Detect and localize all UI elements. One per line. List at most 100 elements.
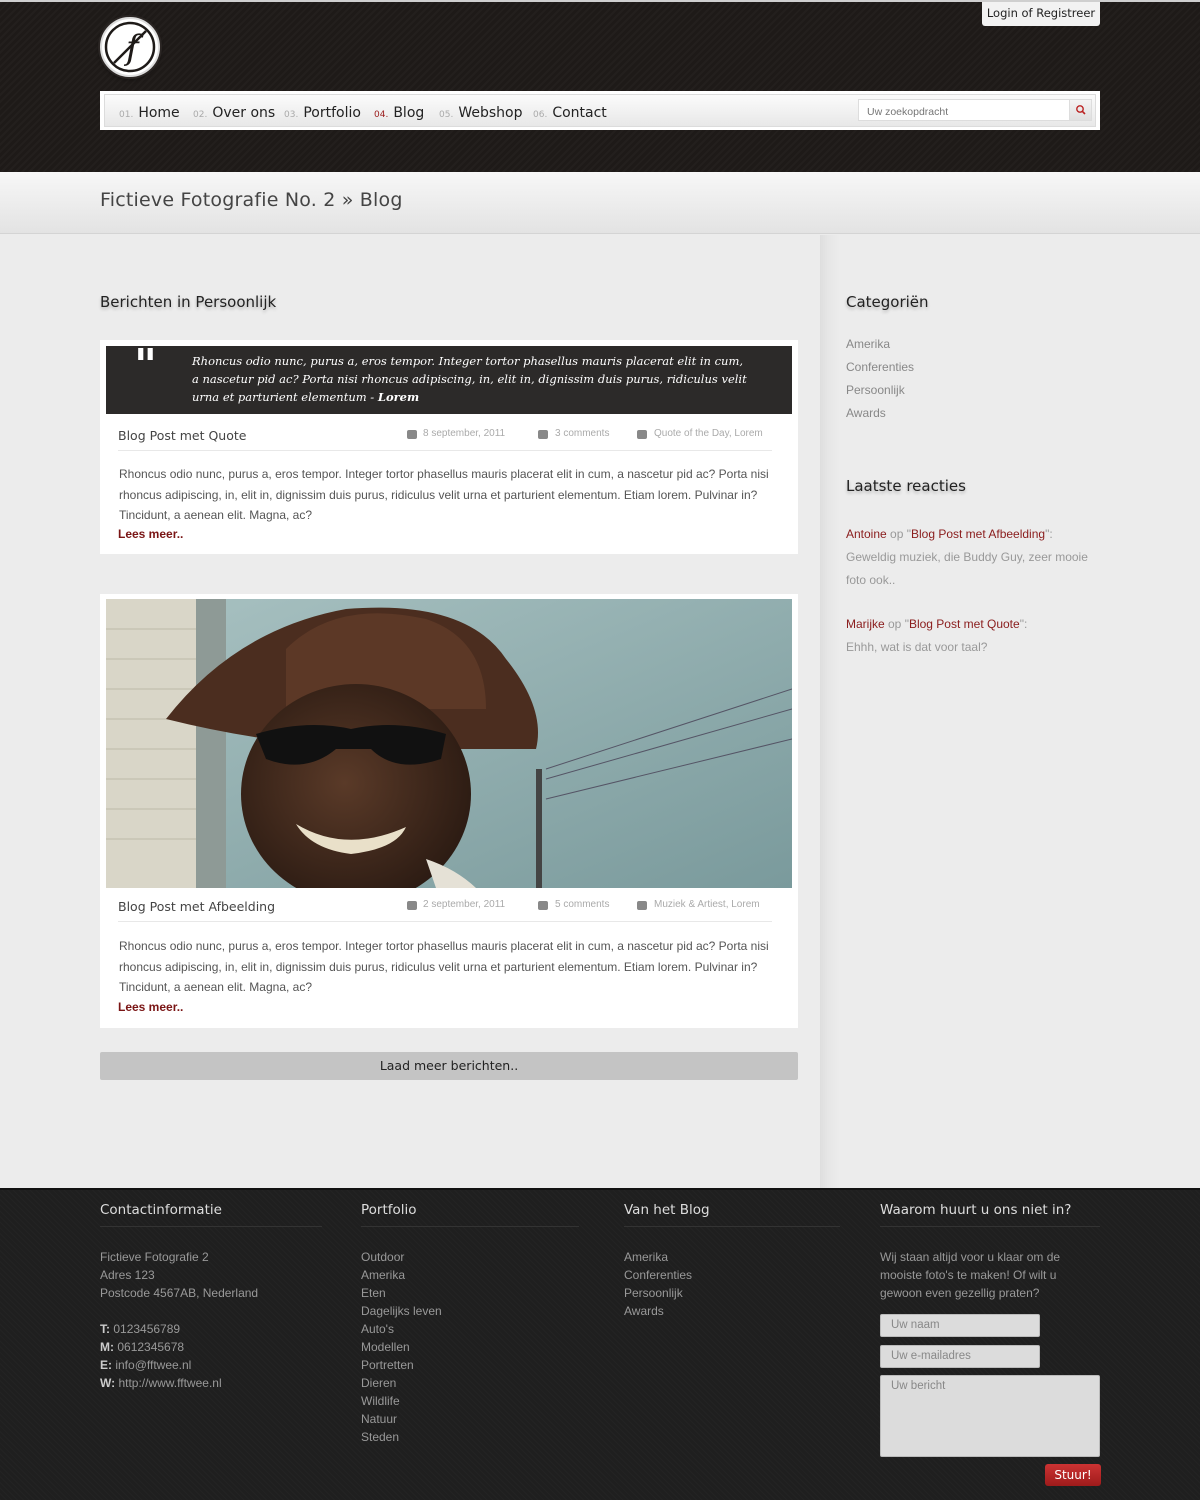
- search-icon: [1076, 105, 1086, 115]
- footer-contact-heading: Contactinformatie: [100, 1202, 322, 1227]
- blog-post-image: Blog Post met Afbeelding 2 september, 20…: [100, 594, 798, 1028]
- comment-post-link[interactable]: Blog Post met Afbeelding: [911, 527, 1045, 541]
- quote-icon: ": [134, 340, 157, 391]
- post-excerpt: Rhoncus odio nunc, purus a, eros tempor.…: [119, 939, 769, 994]
- footer-link[interactable]: Natuur: [361, 1410, 442, 1428]
- footer-link[interactable]: Dieren: [361, 1374, 442, 1392]
- footer-link[interactable]: Dagelijks leven: [361, 1302, 442, 1320]
- nav-item-webshop[interactable]: 05. Webshop: [439, 95, 522, 128]
- nav-item-contact[interactable]: 06. Contact: [533, 95, 607, 128]
- footer-link[interactable]: Eten: [361, 1284, 442, 1302]
- footer-link[interactable]: Persoonlijk: [624, 1284, 692, 1302]
- footer-link[interactable]: Modellen: [361, 1338, 442, 1356]
- category-link[interactable]: Awards: [846, 406, 886, 420]
- post-image[interactable]: [106, 599, 792, 888]
- categories-heading: Categoriën: [846, 293, 929, 311]
- logo[interactable]: f: [100, 17, 160, 77]
- nav-label: Blog: [393, 105, 425, 121]
- portrait-photo: [106, 599, 792, 888]
- search-input[interactable]: [859, 102, 1059, 122]
- latest-comments-heading: Laatste reacties: [846, 477, 966, 495]
- comment-icon: [538, 430, 548, 439]
- load-more-button[interactable]: Laad meer berichten..: [100, 1052, 798, 1080]
- read-more-link[interactable]: Lees meer..: [118, 1000, 183, 1014]
- nav-item-blog[interactable]: 04. Blog: [374, 95, 424, 128]
- comment-post-link[interactable]: Blog Post met Quote: [909, 617, 1020, 631]
- divider: [118, 921, 772, 922]
- blog-post-quote: " Rhoncus odio nunc, purus a, eros tempo…: [100, 340, 798, 554]
- footer-link[interactable]: Portretten: [361, 1356, 442, 1374]
- footer-portfolio-heading: Portfolio: [361, 1202, 579, 1227]
- comment-author[interactable]: Antoine: [846, 527, 887, 541]
- category-link[interactable]: Persoonlijk: [846, 383, 905, 397]
- post-comments-link[interactable]: 5 comments: [555, 899, 609, 910]
- post-date: 2 september, 2011: [423, 899, 506, 910]
- nav-number: 01.: [119, 110, 134, 120]
- email-link[interactable]: info@fftwee.nl: [115, 1358, 191, 1372]
- comment-text: Geweldig muziek, die Buddy Guy, zeer moo…: [846, 550, 1088, 587]
- footer-link[interactable]: Wildlife: [361, 1392, 442, 1410]
- contact-address: Fictieve Fotografie 2 Adres 123 Postcode…: [100, 1250, 259, 1390]
- site-footer: Contactinformatie Fictieve Fotografie 2 …: [0, 1188, 1200, 1500]
- footer-link[interactable]: Steden: [361, 1428, 442, 1446]
- nav-label: Webshop: [458, 105, 523, 121]
- post-excerpt: Rhoncus odio nunc, purus a, eros tempor.…: [119, 467, 769, 522]
- category-link[interactable]: Conferenties: [846, 360, 914, 374]
- nav-label: Contact: [552, 105, 607, 121]
- comment-icon: [538, 901, 548, 910]
- calendar-icon: [407, 430, 417, 439]
- footer-link[interactable]: Amerika: [624, 1248, 692, 1266]
- footer-link[interactable]: Awards: [624, 1302, 692, 1320]
- footer-blog-heading: Van het Blog: [624, 1202, 840, 1227]
- nav-label: Portfolio: [303, 105, 361, 121]
- footer-link[interactable]: Conferenties: [624, 1266, 692, 1284]
- nav-item-portfolio[interactable]: 03. Portfolio: [284, 95, 361, 128]
- nav-number: 06.: [533, 110, 548, 120]
- footer-portfolio-list: Outdoor Amerika Eten Dagelijks leven Aut…: [361, 1248, 442, 1446]
- footer-form-text: Wij staan altijd voor u klaar om de mooi…: [880, 1250, 1061, 1300]
- footer-link[interactable]: Auto's: [361, 1320, 442, 1338]
- submit-button[interactable]: Stuur!: [1045, 1464, 1101, 1486]
- comment-text: Ehhh, wat is dat voor taal?: [846, 640, 988, 654]
- site-header: f Login of Registreer 01. Home 02. Over on…: [0, 0, 1200, 172]
- footer-link[interactable]: Amerika: [361, 1266, 442, 1284]
- email-input[interactable]: Uw e-mailadres: [880, 1345, 1040, 1368]
- read-more-link[interactable]: Lees meer..: [118, 527, 183, 541]
- message-textarea[interactable]: Uw bericht: [880, 1375, 1100, 1457]
- post-date: 8 september, 2011: [423, 428, 506, 439]
- nav-item-over-ons[interactable]: 02. Over ons: [193, 95, 275, 128]
- svg-text:f: f: [123, 28, 144, 68]
- footer-form-heading: Waarom huurt u ons niet in?: [880, 1202, 1100, 1227]
- name-input[interactable]: Uw naam: [880, 1314, 1040, 1337]
- tag-icon: [637, 901, 647, 910]
- post-title[interactable]: Blog Post met Quote: [118, 428, 246, 443]
- quote-text: Rhoncus odio nunc, purus a, eros tempor.…: [192, 354, 747, 404]
- category-link[interactable]: Amerika: [846, 337, 890, 351]
- recent-comment: Antoine op "Blog Post met Afbeelding": G…: [846, 527, 1088, 587]
- post-comments-link[interactable]: 3 comments: [555, 428, 609, 439]
- page-title-bar: Fictieve Fotografie No. 2 » Blog: [0, 172, 1200, 234]
- main-navigation: 01. Home 02. Over ons 03. Portfolio 04. Blog…: [100, 91, 1100, 130]
- post-tags[interactable]: Quote of the Day, Lorem: [654, 428, 763, 439]
- section-heading: Berichten in Persoonlijk: [100, 293, 277, 311]
- search-box: [858, 99, 1092, 122]
- post-title[interactable]: Blog Post met Afbeelding: [118, 899, 275, 914]
- recent-comment: Marijke op "Blog Post met Quote": Ehhh, …: [846, 617, 1028, 654]
- nav-number: 04.: [374, 110, 389, 120]
- tag-icon: [637, 430, 647, 439]
- quote-author: Lorem: [377, 390, 420, 404]
- footer-link[interactable]: Outdoor: [361, 1248, 442, 1266]
- nav-number: 03.: [284, 110, 299, 120]
- nav-number: 02.: [193, 110, 208, 120]
- search-button[interactable]: [1069, 100, 1091, 120]
- login-register-link[interactable]: Login of Registreer: [982, 2, 1100, 26]
- comment-author[interactable]: Marijke: [846, 617, 885, 631]
- calendar-icon: [407, 901, 417, 910]
- post-quote-block: " Rhoncus odio nunc, purus a, eros tempo…: [106, 340, 792, 414]
- post-tags[interactable]: Muziek & Artiest, Lorem: [654, 899, 760, 910]
- website-link[interactable]: http://www.fftwee.nl: [118, 1376, 221, 1390]
- sidebar-background: [820, 235, 1200, 1188]
- footer-blog-list: Amerika Conferenties Persoonlijk Awards: [624, 1248, 692, 1320]
- nav-item-home[interactable]: 01. Home: [119, 95, 180, 128]
- nav-number: 05.: [439, 110, 454, 120]
